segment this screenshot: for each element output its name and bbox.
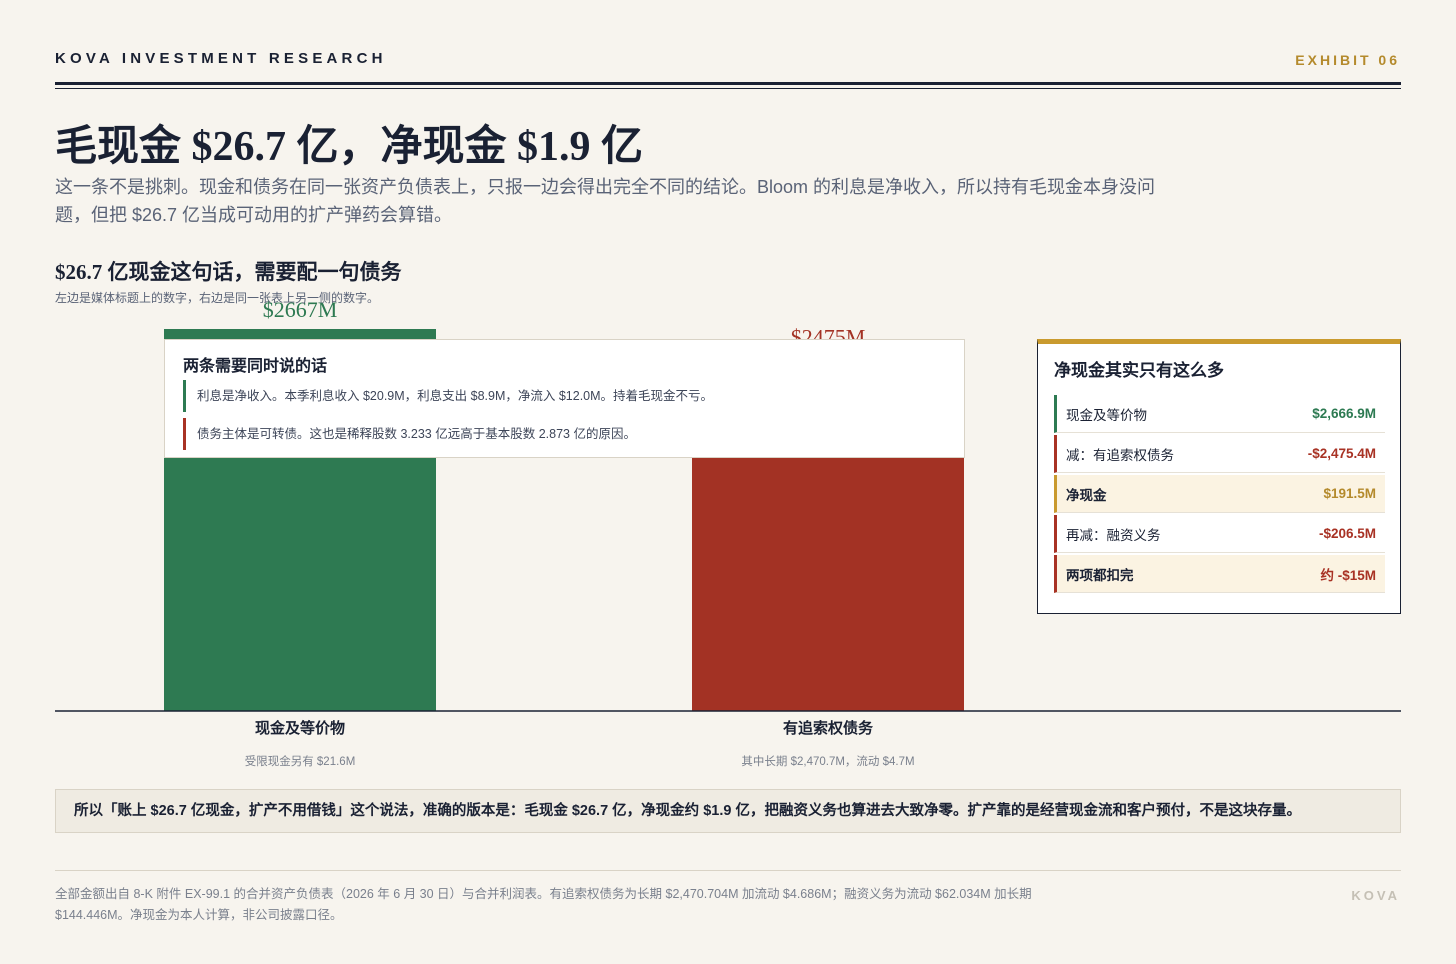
panel-row-label: 减：有追索权债务	[1066, 447, 1174, 463]
panel-row-total: 两项都扣完 约 -$15M	[1054, 555, 1385, 593]
callout-title: 两条需要同时说的话	[183, 358, 328, 375]
bar-note-debt: 其中长期 $2,470.7M，流动 $4.7M	[741, 756, 915, 768]
callout-item: 债务主体是可转债。这也是稀释股数 3.233 亿远高于基本股数 2.873 亿的…	[183, 418, 636, 450]
chart-title: $26.7 亿现金这句话，需要配一句债务	[55, 260, 402, 284]
footnote: 全部金额出自 8-K 附件 EX-99.1 的合并资产负债表（2026 年 6 …	[55, 887, 1032, 922]
panel-row-value: $2,666.9M	[1312, 406, 1376, 421]
x-tick-label-debt: 有追索权债务	[782, 720, 873, 737]
conclusion-box: 所以「账上 $26.7 亿现金，扩产不用借钱」这个说法，准确的版本是：毛现金 $…	[55, 789, 1401, 833]
callout-box: 两条需要同时说的话 利息是净收入。本季利息收入 $20.9M，利息支出 $8.9…	[164, 339, 965, 458]
panel-row-value: -$2,475.4M	[1307, 446, 1376, 461]
panel-row-value: -$206.5M	[1318, 526, 1376, 541]
panel-row-label: 现金及等价物	[1066, 407, 1147, 423]
x-tick-label-cash: 现金及等价物	[254, 720, 345, 737]
panel-row-value: $191.5M	[1323, 486, 1376, 501]
panel-row-value: 约 -$15M	[1320, 567, 1376, 583]
panel-row-label: 再减：融资义务	[1066, 527, 1161, 543]
panel-row-debt: 减：有追索权债务 -$2,475.4M	[1054, 435, 1385, 473]
chart-subtitle: 左边是媒体标题上的数字，右边是同一张表上另一侧的数字。	[55, 291, 380, 305]
footer-rule	[55, 870, 1401, 871]
panel-title: 净现金其实只有这么多	[1054, 361, 1224, 380]
panel-row-label: 两项都扣完	[1066, 567, 1134, 583]
panel-row-label: 净现金	[1066, 487, 1107, 503]
bar-note-cash: 受限现金另有 $21.6M	[244, 756, 356, 768]
footer-brand: KOVA	[1351, 888, 1400, 903]
callout-item: 利息是净收入。本季利息收入 $20.9M，利息支出 $8.9M，净流入 $12.…	[183, 380, 713, 412]
panel-row-cash: 现金及等价物 $2,666.9M	[1054, 395, 1385, 433]
panel-row-financing: 再减：融资义务 -$206.5M	[1054, 515, 1385, 553]
net-cash-panel: 净现金其实只有这么多 现金及等价物 $2,666.9M 减：有追索权债务 -$2…	[1037, 339, 1401, 614]
panel-row-net-cash: 净现金 $191.5M	[1054, 475, 1385, 513]
